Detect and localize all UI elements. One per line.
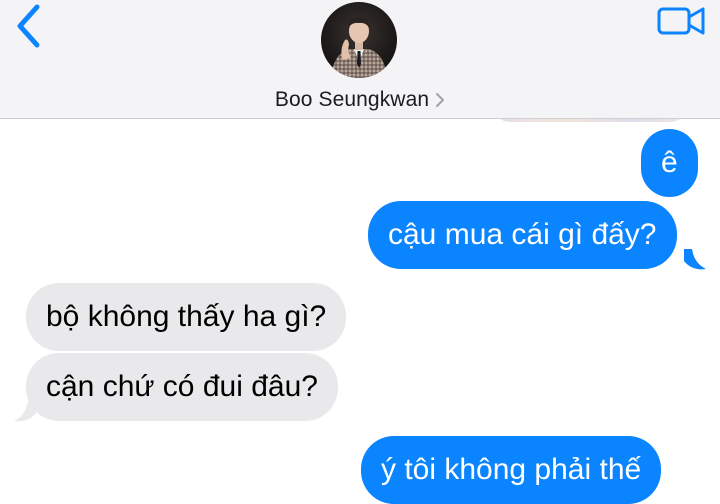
video-camera-icon: [657, 7, 705, 35]
sent-message-bubble[interactable]: ý tôi không phải thế: [361, 436, 662, 504]
message-text: cậu mua cái gì đấy?: [388, 218, 657, 251]
chevron-left-icon: [17, 4, 40, 48]
bubble-tail: [14, 401, 36, 422]
back-button[interactable]: [8, 2, 48, 50]
contact-name-button[interactable]: Boo Seungkwan: [0, 86, 720, 114]
message-text: ý tôi không phải thế: [381, 453, 642, 486]
chevron-right-icon: [436, 93, 445, 107]
sent-message-bubble[interactable]: ê: [641, 129, 698, 197]
received-message-bubble[interactable]: cận chứ có đui đâu?: [26, 353, 338, 421]
video-call-button[interactable]: [656, 4, 708, 38]
contact-name: Boo Seungkwan: [274, 88, 430, 111]
avatar-photo: [321, 2, 397, 78]
received-message-bubble[interactable]: bộ không thấy ha gì?: [26, 283, 347, 351]
bubble-tail: [684, 249, 706, 270]
sent-message-bubble[interactable]: cậu mua cái gì đấy?: [368, 201, 677, 269]
conversation-header: Boo Seungkwan: [0, 0, 720, 119]
message-text: bộ không thấy ha gì?: [46, 300, 327, 333]
message-text: ê: [661, 146, 678, 179]
message-text: cận chứ có đui đâu?: [46, 370, 318, 403]
contact-avatar[interactable]: [321, 2, 397, 78]
